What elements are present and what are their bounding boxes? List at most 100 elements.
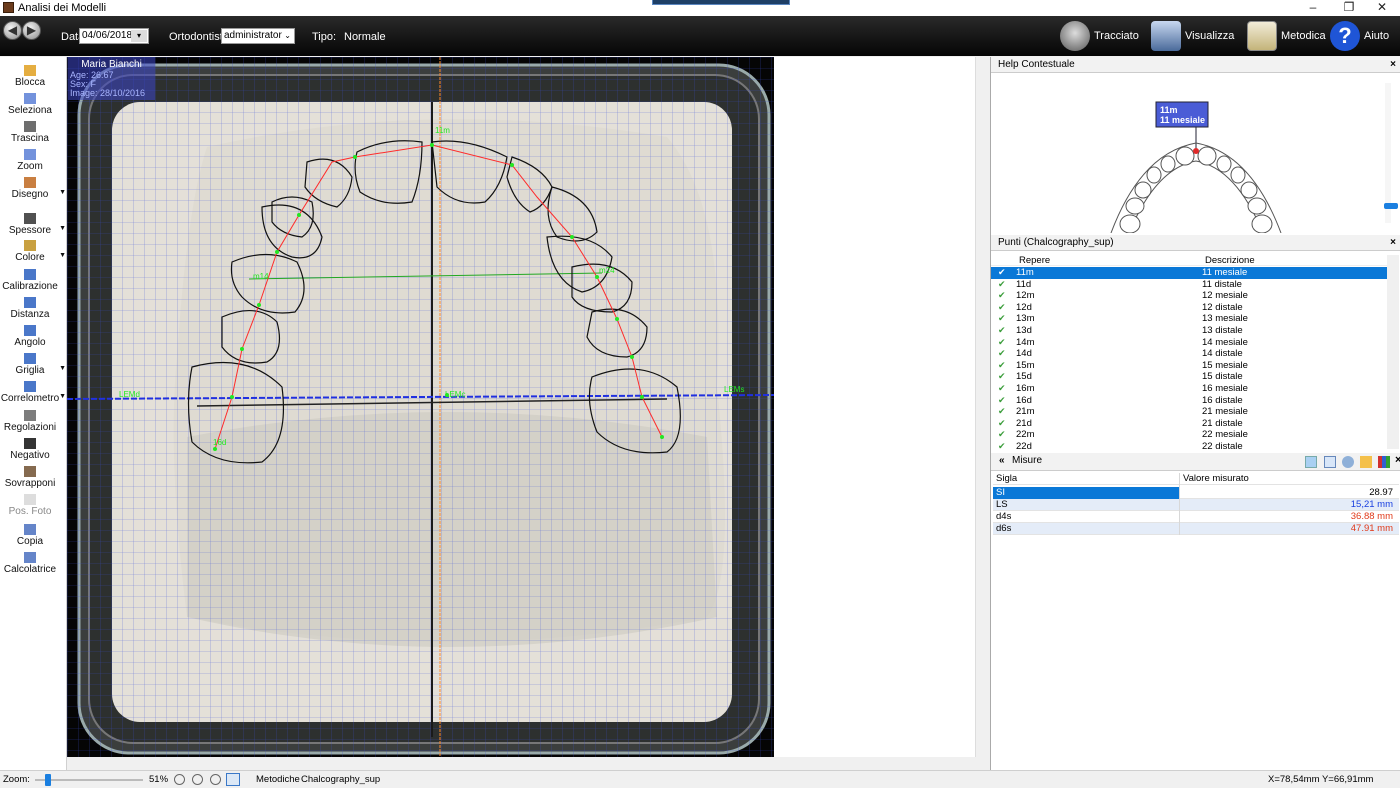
dropdown-arrow-icon[interactable]: ▼ bbox=[59, 189, 66, 196]
tool-blocca[interactable]: Blocca bbox=[0, 65, 60, 88]
tool-negativo[interactable]: Negativo bbox=[0, 438, 60, 461]
tool-zoom[interactable]: Zoom bbox=[0, 149, 60, 172]
repere-cell: 21d bbox=[1016, 417, 1032, 429]
metodica-button[interactable]: Metodica bbox=[1247, 20, 1326, 52]
settings-icon[interactable] bbox=[1342, 456, 1354, 468]
dropdown-arrow-icon[interactable]: ▼ bbox=[59, 225, 66, 232]
tracciato-button[interactable]: Tracciato bbox=[1060, 20, 1139, 52]
forward-icon[interactable]: ▶ bbox=[22, 21, 41, 40]
punti-row[interactable]: ✔ 21d 21 distale bbox=[991, 418, 1387, 430]
restore-button[interactable]: ❐ bbox=[1331, 0, 1367, 16]
punti-row[interactable]: ✔ 22m 22 mesiale bbox=[991, 429, 1387, 441]
clipboard-icon bbox=[1247, 21, 1277, 51]
col-valore[interactable]: Valore misurato bbox=[1183, 473, 1249, 485]
tool-colore[interactable]: Colore ▼ bbox=[0, 240, 66, 263]
back-icon[interactable]: ◀ bbox=[3, 21, 22, 40]
check-icon: ✔ bbox=[998, 290, 1006, 301]
tool-regolazioni[interactable]: Regolazioni bbox=[0, 410, 60, 433]
tool-seleziona[interactable]: Seleziona bbox=[0, 93, 60, 116]
dropdown-arrow-icon[interactable]: ▼ bbox=[59, 365, 66, 372]
punti-row[interactable]: ✔ 13d 13 distale bbox=[991, 325, 1387, 337]
date-field[interactable]: 04/06/2018 ▾ bbox=[79, 28, 149, 44]
zoom-slider-thumb[interactable] bbox=[45, 774, 51, 786]
lemd-label: LEMd bbox=[119, 390, 140, 399]
close-icon[interactable]: × bbox=[1395, 454, 1400, 466]
misure-row[interactable]: d4s 36.88 mm bbox=[993, 511, 1399, 523]
calendar-icon[interactable]: ▾ bbox=[131, 30, 147, 42]
collapse-icon[interactable]: « bbox=[999, 455, 1005, 466]
pencil-icon bbox=[24, 177, 36, 188]
col-sigla[interactable]: Sigla bbox=[996, 473, 1017, 485]
table-icon[interactable] bbox=[1324, 456, 1336, 468]
punti-row[interactable]: ✔ 21m 21 mesiale bbox=[991, 406, 1387, 418]
tracing-icon bbox=[1060, 21, 1090, 51]
zoom-fit-icon[interactable] bbox=[210, 774, 221, 785]
repere-cell: 15m bbox=[1016, 359, 1035, 371]
tool-disegno[interactable]: Disegno ▼ bbox=[0, 177, 66, 200]
tool-sovrapponi[interactable]: Sovrapponi bbox=[0, 466, 60, 489]
close-icon[interactable]: × bbox=[1390, 235, 1396, 250]
tool-correlometro[interactable]: Correlometro ▼ bbox=[0, 381, 66, 404]
zoom-slider[interactable] bbox=[35, 774, 143, 786]
canvas-area[interactable]: LEMd LEMs LEMc m14 m24 16d 11m bbox=[67, 57, 975, 757]
col-descrizione[interactable]: Descrizione bbox=[1205, 255, 1255, 266]
m24-label: m24 bbox=[599, 266, 615, 275]
repere-cell: 12d bbox=[1016, 301, 1032, 313]
punti-row[interactable]: ✔ 15m 15 mesiale bbox=[991, 360, 1387, 372]
columns-icon[interactable] bbox=[1378, 456, 1390, 468]
misure-row[interactable]: d6s 47.91 mm bbox=[993, 523, 1399, 535]
actual-size-icon[interactable] bbox=[226, 773, 240, 786]
orthodontist-select[interactable]: administrator ⌄ bbox=[221, 28, 295, 44]
tool-copia[interactable]: Copia bbox=[0, 524, 60, 547]
tool-pos-foto[interactable]: Pos. Foto bbox=[0, 494, 60, 517]
punti-row[interactable]: ✔ 22d 22 distale bbox=[991, 441, 1387, 449]
dropdown-arrow-icon[interactable]: ▼ bbox=[59, 393, 66, 400]
check-icon: ✔ bbox=[998, 301, 1006, 312]
punti-column-headers: Repere Descrizione bbox=[991, 255, 1387, 266]
punti-row[interactable]: ✔ 14d 14 distale bbox=[991, 348, 1387, 360]
tool-griglia[interactable]: Griglia ▼ bbox=[0, 353, 66, 376]
misure-row[interactable]: SI 28.97 bbox=[993, 487, 1399, 499]
canvas-horizontal-scrollbar[interactable] bbox=[67, 757, 975, 770]
canvas-vertical-scrollbar[interactable] bbox=[975, 57, 990, 757]
chart-icon[interactable] bbox=[1305, 456, 1317, 468]
punti-row[interactable]: ✔ 12m 12 mesiale bbox=[991, 290, 1387, 302]
punti-row[interactable]: ✔ 15d 15 distale bbox=[991, 371, 1387, 383]
close-button[interactable]: ✕ bbox=[1364, 0, 1400, 16]
misure-row[interactable]: LS 15,21 mm bbox=[993, 499, 1399, 511]
help-tooltip-code: 11m bbox=[1160, 105, 1178, 115]
zoom-out-icon[interactable] bbox=[192, 774, 203, 785]
punti-row[interactable]: ✔ 16m 16 mesiale bbox=[991, 383, 1387, 395]
tool-calcolatrice[interactable]: Calcolatrice bbox=[0, 552, 60, 575]
punti-row[interactable]: ✔ 11m 11 mesiale bbox=[991, 267, 1387, 279]
metodiche-value: Chalcography_sup bbox=[301, 774, 381, 785]
close-icon[interactable]: × bbox=[1390, 57, 1396, 72]
tool-label: Blocca bbox=[14, 77, 45, 88]
model-image[interactable]: LEMd LEMs LEMc m14 m24 16d 11m bbox=[67, 57, 774, 757]
col-repere[interactable]: Repere bbox=[1019, 255, 1050, 266]
minimize-button[interactable]: – bbox=[1295, 0, 1331, 16]
tool-angolo[interactable]: Angolo bbox=[0, 325, 60, 348]
tool-label: Regolazioni bbox=[3, 422, 57, 433]
line-width-icon bbox=[24, 213, 36, 224]
punti-scrollbar[interactable] bbox=[1387, 255, 1399, 449]
descrizione-cell: 15 distale bbox=[1202, 371, 1243, 383]
punti-list[interactable]: ✔ 11m 11 mesiale ✔ 11d 11 distale ✔ 12m 12 mesia… bbox=[991, 267, 1387, 449]
punti-row[interactable]: ✔ 12d 12 distale bbox=[991, 302, 1387, 314]
aiuto-button[interactable]: ? Aiuto bbox=[1330, 20, 1389, 52]
zoom-in-icon[interactable] bbox=[174, 774, 185, 785]
folder-icon[interactable] bbox=[1360, 456, 1372, 468]
dental-model-canvas[interactable]: LEMd LEMs LEMc m14 m24 16d 11m bbox=[67, 57, 774, 757]
visualizza-button[interactable]: Visualizza bbox=[1151, 20, 1234, 52]
right-panel: Help Contestuale × 11m 11 mesiale Punti bbox=[990, 57, 1400, 770]
tool-distanza[interactable]: Distanza bbox=[0, 297, 60, 320]
dropdown-arrow-icon[interactable]: ▼ bbox=[59, 252, 66, 259]
tool-spessore[interactable]: Spessore ▼ bbox=[0, 213, 66, 236]
punti-row[interactable]: ✔ 14m 14 mesiale bbox=[991, 337, 1387, 349]
tool-trascina[interactable]: Trascina bbox=[0, 121, 60, 144]
zoom-value: 51% bbox=[149, 774, 169, 785]
punti-row[interactable]: ✔ 13m 13 mesiale bbox=[991, 313, 1387, 325]
punti-row[interactable]: ✔ 11d 11 distale bbox=[991, 279, 1387, 291]
tool-calibrazione[interactable]: Calibrazione bbox=[0, 269, 60, 292]
punti-row[interactable]: ✔ 16d 16 distale bbox=[991, 395, 1387, 407]
